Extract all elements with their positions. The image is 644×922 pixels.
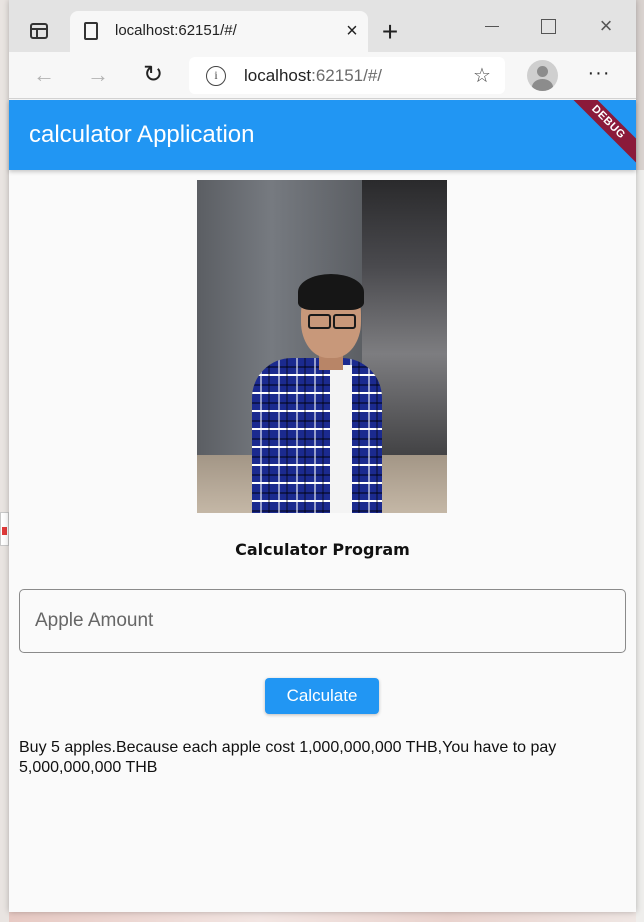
app-bar: calculator Application DEBUG (9, 100, 636, 170)
browser-tab[interactable]: localhost:62151/#/ × (70, 11, 368, 52)
info-icon[interactable]: i (206, 66, 226, 86)
apple-amount-field[interactable] (19, 589, 626, 653)
tab-bar: localhost:62151/#/ × + × (9, 0, 636, 52)
calculate-button[interactable]: Calculate (265, 678, 379, 714)
forward-button[interactable]: → (81, 59, 115, 91)
profile-photo (197, 180, 447, 513)
program-title: Calculator Program (235, 540, 410, 559)
reload-button[interactable]: ↻ (136, 59, 170, 91)
back-button[interactable]: ← (27, 59, 61, 91)
maximize-button[interactable] (531, 12, 565, 40)
app-content: Calculator Program Calculate Buy 5 apple… (9, 170, 636, 912)
result-text: Buy 5 apples.Because each apple cost 1,0… (19, 739, 557, 776)
minimize-button[interactable] (475, 12, 509, 40)
browser-toolbar: ← → ↻ i localhost:62151/#/ ☆ ··· (9, 52, 636, 99)
debug-banner: DEBUG (562, 100, 636, 169)
tab-title: localhost:62151/#/ (115, 22, 237, 39)
tab-actions-button[interactable] (21, 16, 57, 46)
desktop-right-strip (636, 170, 644, 922)
address-bar[interactable]: i localhost:62151/#/ ☆ (189, 57, 505, 94)
new-tab-button[interactable]: + (373, 16, 407, 48)
profile-icon[interactable] (527, 60, 558, 91)
browser-window: localhost:62151/#/ × + × ← → ↻ i localho… (9, 0, 636, 912)
close-window-button[interactable]: × (589, 12, 623, 40)
desktop-left-strip (0, 0, 9, 922)
apple-amount-input[interactable] (20, 590, 625, 652)
more-icon[interactable]: ··· (584, 59, 614, 91)
tab-actions-icon (30, 23, 48, 39)
url-rest: :62151/#/ (311, 66, 383, 85)
tab-close-button[interactable]: × (338, 17, 366, 45)
desktop-wallpaper (9, 912, 636, 922)
page-icon (84, 22, 98, 40)
favorite-add-icon[interactable]: ☆ (470, 64, 494, 88)
app-title: calculator Application (29, 121, 255, 148)
url-text[interactable]: localhost:62151/#/ (244, 66, 382, 86)
url-host: localhost (244, 66, 312, 85)
desktop-shortcut-icon[interactable] (0, 512, 9, 546)
